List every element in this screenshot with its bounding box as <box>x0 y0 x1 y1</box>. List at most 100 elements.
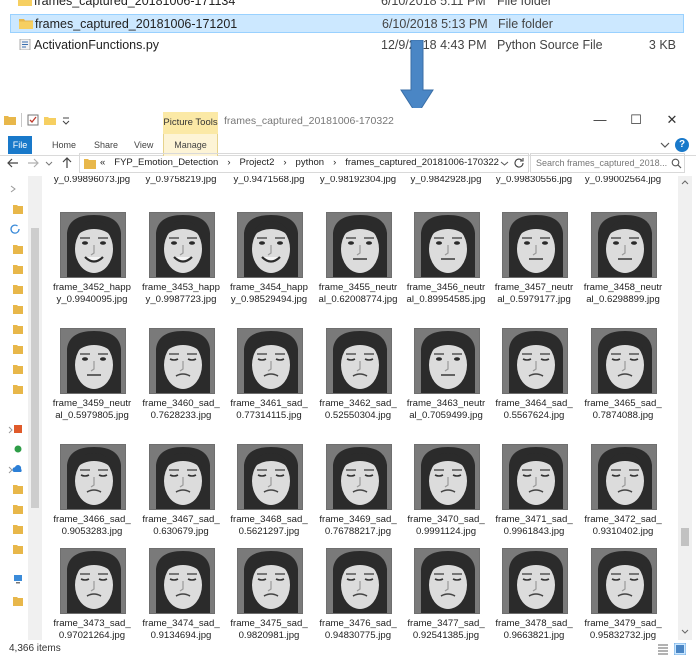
file-name-label: frame_3475_sad_0.9820981.jpg <box>230 618 308 640</box>
folder-icon[interactable] <box>4 114 16 126</box>
folder-icon[interactable] <box>5 242 23 256</box>
image-thumbnail[interactable] <box>414 548 480 614</box>
search-input[interactable]: Search frames_captured_2018... <box>530 153 685 173</box>
maximize-button[interactable]: ☐ <box>618 110 654 130</box>
recent-locations-icon[interactable] <box>44 156 54 170</box>
details-view-icon[interactable] <box>657 643 669 655</box>
folder-icon[interactable] <box>5 302 23 316</box>
folder-icon[interactable] <box>5 202 23 216</box>
onedrive-icon[interactable] <box>5 462 23 476</box>
status-check-icon[interactable] <box>5 442 23 456</box>
expand-arrow-icon[interactable] <box>5 182 23 196</box>
image-thumbnail[interactable] <box>502 444 568 510</box>
scroll-up-icon[interactable] <box>680 178 690 186</box>
content-scrollbar[interactable] <box>678 176 692 640</box>
folder-icon[interactable] <box>5 522 23 536</box>
file-date: 6/10/2018 5:13 PM <box>382 17 488 31</box>
breadcrumb-item[interactable]: python <box>296 157 325 168</box>
file-name-label: frame_3459_neutral_0.5979805.jpg <box>52 398 132 421</box>
folder-icon[interactable] <box>5 282 23 296</box>
image-thumbnail[interactable] <box>591 212 657 278</box>
customize-qat-icon[interactable] <box>61 114 71 126</box>
minimize-button[interactable]: — <box>582 110 618 130</box>
breadcrumb-separator[interactable]: › <box>333 157 336 168</box>
breadcrumb-separator[interactable]: › <box>283 157 286 168</box>
file-name-label: frame_3455_neutral_0.62008774.jpg <box>318 282 398 305</box>
image-thumbnail[interactable] <box>149 212 215 278</box>
image-thumbnail[interactable] <box>60 548 126 614</box>
file-row[interactable]: ActivationFunctions.py 12/9/2018 4:43 PM… <box>10 36 684 55</box>
folder-icon[interactable] <box>5 502 23 516</box>
image-thumbnail[interactable] <box>414 328 480 394</box>
image-thumbnail[interactable] <box>237 444 303 510</box>
file-name-label: frame_3463_neutral_0.7059499.jpg <box>406 398 486 421</box>
scrollbar-thumb[interactable] <box>31 228 39 508</box>
file-name-label: frame_3450_happy_0.99830556.jpg <box>495 176 573 185</box>
folder-icon <box>84 159 96 169</box>
image-thumbnail[interactable] <box>414 212 480 278</box>
breadcrumb-item[interactable]: Project2 <box>240 157 275 168</box>
image-thumbnail[interactable] <box>591 328 657 394</box>
image-thumbnail[interactable] <box>149 328 215 394</box>
image-thumbnail[interactable] <box>237 212 303 278</box>
image-thumbnail[interactable] <box>502 328 568 394</box>
image-thumbnail[interactable] <box>60 328 126 394</box>
image-thumbnail[interactable] <box>237 548 303 614</box>
address-bar[interactable]: « FYP_Emotion_Detection › Project2 › pyt… <box>79 153 529 173</box>
back-icon[interactable] <box>6 156 20 170</box>
pictures-icon[interactable] <box>5 422 23 436</box>
properties-icon[interactable] <box>27 114 39 126</box>
folder-icon[interactable] <box>5 542 23 556</box>
this-pc-icon[interactable] <box>5 572 23 586</box>
file-row-selected[interactable]: frames_captured_20181006-171201 6/10/201… <box>10 14 684 33</box>
image-thumbnail[interactable] <box>149 444 215 510</box>
folder-icon[interactable] <box>5 594 23 608</box>
breadcrumb-item[interactable]: frames_captured_20181006-170322 <box>345 157 499 168</box>
scrollbar-thumb[interactable] <box>681 528 689 546</box>
sync-icon[interactable] <box>5 222 23 236</box>
folder-icon[interactable] <box>5 382 23 396</box>
image-thumbnail[interactable] <box>326 328 392 394</box>
forward-icon[interactable] <box>26 156 40 170</box>
image-thumbnail[interactable] <box>502 212 568 278</box>
navigation-pane <box>0 176 42 640</box>
image-thumbnail[interactable] <box>414 444 480 510</box>
folder-icon[interactable] <box>5 482 23 496</box>
folder-icon[interactable] <box>5 342 23 356</box>
close-button[interactable]: ✕ <box>654 110 690 130</box>
breadcrumb-overflow[interactable]: « <box>100 157 105 168</box>
file-name-label: frame_3476_sad_0.94830775.jpg <box>319 618 397 640</box>
chevron-down-icon[interactable] <box>659 139 671 151</box>
file-name-label: frame_3454_happy_0.98529494.jpg <box>230 282 308 305</box>
refresh-icon[interactable] <box>513 157 525 169</box>
folder-icon[interactable] <box>5 322 23 336</box>
title-bar: Picture Tools frames_captured_20181006-1… <box>0 108 696 134</box>
image-thumbnail[interactable] <box>502 548 568 614</box>
file-name: frames_captured_20181006-171201 <box>35 17 238 31</box>
help-icon[interactable]: ? <box>675 138 689 152</box>
file-name-label: frame_3446_happy_0.9758219.jpg <box>145 176 217 185</box>
folder-icon[interactable] <box>5 362 23 376</box>
image-thumbnail[interactable] <box>60 212 126 278</box>
nav-pane-scrollbar[interactable] <box>28 176 42 640</box>
breadcrumb-item[interactable]: FYP_Emotion_Detection <box>114 157 218 168</box>
scroll-down-icon[interactable] <box>680 628 690 636</box>
chevron-down-icon[interactable] <box>500 159 509 168</box>
image-thumbnail[interactable] <box>149 548 215 614</box>
image-thumbnail[interactable] <box>591 548 657 614</box>
up-icon[interactable] <box>60 156 74 170</box>
folder-icon[interactable] <box>5 262 23 276</box>
file-name-label: frame_3445_happy_0.99896073.jpg <box>53 176 131 185</box>
image-thumbnail[interactable] <box>326 548 392 614</box>
breadcrumb: « FYP_Emotion_Detection › Project2 › pyt… <box>100 157 499 168</box>
image-thumbnail[interactable] <box>326 212 392 278</box>
image-thumbnail[interactable] <box>326 444 392 510</box>
file-row[interactable]: frames_captured_20181006-171134 6/10/201… <box>10 0 684 11</box>
image-thumbnail[interactable] <box>591 444 657 510</box>
image-thumbnail[interactable] <box>237 328 303 394</box>
search-placeholder: Search frames_captured_2018... <box>536 158 668 168</box>
breadcrumb-separator[interactable]: › <box>227 157 230 168</box>
new-folder-icon[interactable] <box>44 114 56 126</box>
image-thumbnail[interactable] <box>60 444 126 510</box>
large-icons-view-icon[interactable] <box>674 643 686 655</box>
